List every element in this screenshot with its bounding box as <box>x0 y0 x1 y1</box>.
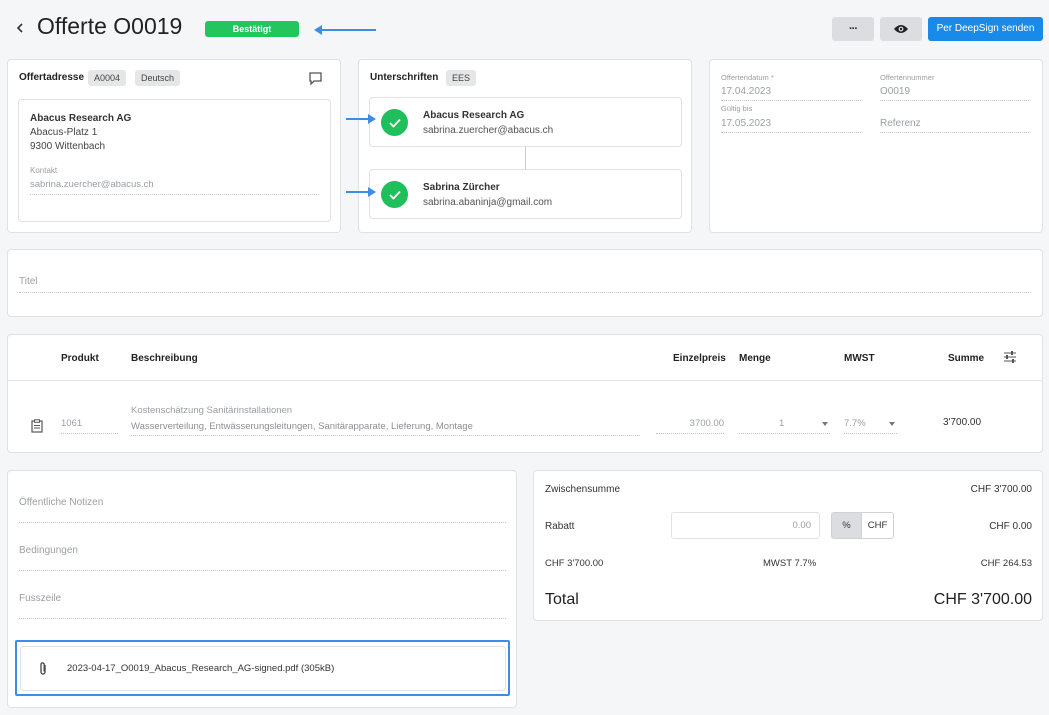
signer-item[interactable]: Abacus Research AG sabrina.zuercher@abac… <box>369 97 682 147</box>
notes-card: Öffentliche Notizen Bedingungen Fusszeil… <box>7 470 517 708</box>
column-product: Produkt <box>61 353 99 364</box>
check-icon <box>381 109 408 136</box>
annotation-arrow <box>316 29 376 31</box>
address-street: Abacus-Platz 1 <box>30 127 98 138</box>
offer-meta-card: Offertendatum * 17.04.2023 Offertennumme… <box>709 59 1043 233</box>
discount-chf-toggle[interactable]: CHF <box>861 512 894 539</box>
page-title: Offerte O0019 <box>37 13 183 39</box>
column-description: Beschreibung <box>131 353 198 364</box>
title-card: Titel <box>7 249 1043 317</box>
subtotal-label: Zwischensumme <box>545 484 621 495</box>
description-title[interactable]: Kostenschätzung Sanitärinstallationen <box>131 405 292 416</box>
description-detail[interactable]: Wasserverteilung, Entwässerungsleitungen… <box>131 421 640 436</box>
signer-email: sabrina.abaninja@gmail.com <box>423 197 553 208</box>
vat-rate-label: MWST 7.7% <box>763 558 817 569</box>
column-quantity: Menge <box>739 353 771 364</box>
check-icon <box>381 181 408 208</box>
address-card: Offertadresse A0004 Deutsch Abacus Resea… <box>7 59 341 233</box>
vat-select[interactable]: 7.7% <box>844 418 897 434</box>
chevron-down-icon <box>822 422 828 426</box>
address-heading: Offertadresse <box>19 72 85 83</box>
title-field[interactable]: Titel <box>19 276 1031 293</box>
row-sum: 3'700.00 <box>943 417 982 428</box>
total-value: CHF 3'700.00 <box>933 591 1032 608</box>
address-company: Abacus Research AG <box>30 113 132 124</box>
address-box[interactable]: Abacus Research AG Abacus-Platz 1 9300 W… <box>18 99 331 222</box>
back-button[interactable] <box>12 18 28 38</box>
language-chip: Deutsch <box>135 70 181 86</box>
signatures-card: Unterschriften EES Abacus Research AG sa… <box>358 59 692 233</box>
offer-date-label: Offertendatum * <box>721 73 774 82</box>
preview-button[interactable] <box>880 17 922 41</box>
unit-price-field[interactable]: 3700.00 <box>656 418 724 434</box>
valid-until-field[interactable]: 17.05.2023 <box>721 118 861 133</box>
annotation-arrow <box>346 187 376 197</box>
discount-input[interactable]: 0.00 <box>671 512 820 539</box>
address-code-chip: A0004 <box>88 70 127 86</box>
offer-date-field[interactable]: 17.04.2023 <box>721 86 861 101</box>
status-badge: Bestätigt <box>205 21 299 37</box>
more-button[interactable]: ··· <box>832 17 874 41</box>
totals-card: Zwischensumme CHF 3'700.00 Rabatt 0.00 %… <box>533 470 1043 621</box>
reference-field[interactable]: Referenz <box>880 118 1029 133</box>
clipboard-icon <box>31 419 43 433</box>
chevron-down-icon <box>889 422 895 426</box>
vat-base: CHF 3'700.00 <box>545 558 604 569</box>
comment-button[interactable] <box>308 71 323 90</box>
discount-total: CHF 0.00 <box>989 521 1032 532</box>
subtotal-value: CHF 3'700.00 <box>970 484 1032 495</box>
send-deepsign-button[interactable]: Per DeepSign senden <box>928 17 1043 41</box>
row-type-button[interactable] <box>31 419 43 438</box>
signer-connector <box>525 147 526 169</box>
signer-name: Abacus Research AG <box>423 110 525 121</box>
comment-icon <box>309 72 322 86</box>
discount-percent-toggle[interactable]: % <box>831 512 862 539</box>
total-label: Total <box>545 591 579 608</box>
signer-item[interactable]: Sabrina Zürcher sabrina.abaninja@gmail.c… <box>369 169 682 219</box>
column-unit-price: Einzelpreis <box>673 353 726 364</box>
signature-type-chip: EES <box>446 70 477 86</box>
address-city: 9300 Wittenbach <box>30 141 106 152</box>
signer-name: Sabrina Zürcher <box>423 182 500 193</box>
chevron-left-icon <box>16 23 23 33</box>
product-field[interactable]: 1061 <box>61 418 118 434</box>
column-sum: Summe <box>948 353 985 364</box>
footer-field[interactable]: Fusszeile <box>19 593 506 619</box>
items-table: Produkt Beschreibung Einzelpreis Menge M… <box>7 334 1043 453</box>
sliders-icon <box>1004 351 1016 363</box>
attachment-filename: 2023-04-17_O0019_Abacus_Research_AG-sign… <box>67 663 335 674</box>
contact-label: Kontakt <box>30 166 58 175</box>
signatures-heading: Unterschriften <box>370 72 439 83</box>
paperclip-icon <box>38 661 48 682</box>
offer-number-field[interactable]: O0019 <box>880 86 1029 101</box>
eye-icon <box>894 25 908 33</box>
attachment-item[interactable]: 2023-04-17_O0019_Abacus_Research_AG-sign… <box>20 646 506 691</box>
quantity-value: 1 <box>779 418 785 429</box>
contact-field[interactable]: sabrina.zuercher@abacus.ch <box>30 179 319 195</box>
quantity-select[interactable]: 1 <box>739 418 830 434</box>
vat-value: 7.7% <box>844 418 866 429</box>
valid-until-label: Gültig bis <box>721 104 753 113</box>
table-row[interactable]: 1061 Kostenschätzung Sanitärinstallation… <box>8 381 1042 453</box>
vat-value: CHF 264.53 <box>980 558 1032 569</box>
public-notes-field[interactable]: Öffentliche Notizen <box>19 497 506 523</box>
annotation-arrow <box>346 114 376 124</box>
signer-email: sabrina.zuercher@abacus.ch <box>423 125 554 136</box>
offer-number-label: Offertennummer <box>880 73 935 82</box>
discount-label: Rabatt <box>545 521 575 532</box>
conditions-field[interactable]: Bedingungen <box>19 545 506 571</box>
column-vat: MWST <box>844 353 875 364</box>
column-settings-button[interactable] <box>1003 350 1017 369</box>
